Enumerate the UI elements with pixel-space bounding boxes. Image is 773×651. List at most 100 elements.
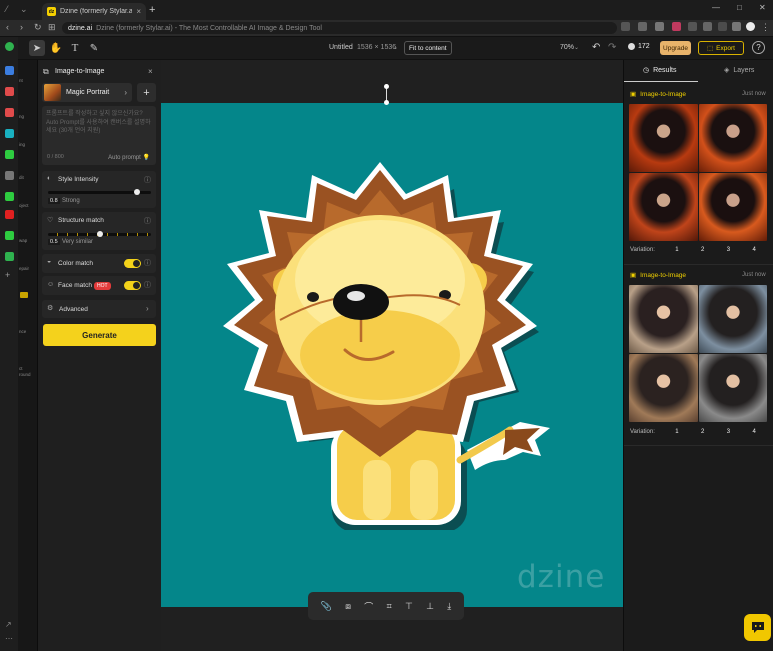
star-icon[interactable]: [638, 22, 647, 31]
redo-icon[interactable]: ↷: [608, 42, 616, 53]
extension-icon[interactable]: [5, 150, 14, 159]
new-tab-button[interactable]: +: [149, 4, 155, 16]
tool-label[interactable]: ct round: [19, 366, 33, 378]
align-middle-icon[interactable]: ⊥: [426, 601, 434, 612]
info-icon[interactable]: ⓘ: [144, 216, 151, 226]
close-icon[interactable]: ×: [148, 67, 153, 76]
result-image[interactable]: [629, 285, 698, 353]
back-icon[interactable]: ‹: [6, 22, 9, 32]
chevron-down-icon[interactable]: ⌄: [393, 44, 398, 51]
extension-icon[interactable]: [5, 42, 14, 51]
resize-handle[interactable]: [384, 100, 389, 105]
face-swap-icon[interactable]: ⧈: [345, 601, 351, 612]
variation-button[interactable]: 1: [664, 429, 690, 435]
fit-to-content-button[interactable]: Fit to content: [404, 41, 452, 55]
extension-icon[interactable]: [5, 108, 14, 117]
crop-icon[interactable]: ⌗: [387, 601, 392, 612]
color-match-toggle[interactable]: [124, 259, 141, 268]
canvas-size-dropdown[interactable]: 1536 × 1536: [357, 44, 396, 51]
extension-icon[interactable]: [703, 22, 712, 31]
tool-label[interactable]: nce: [19, 329, 26, 334]
document-title[interactable]: Untitled: [329, 44, 353, 51]
lion-illustration[interactable]: [205, 160, 555, 530]
extension-icon[interactable]: [688, 22, 697, 31]
style-preset-selector[interactable]: Magic Portrait ›: [42, 83, 132, 102]
tab-list-icon[interactable]: ⌄: [20, 4, 28, 15]
generate-button[interactable]: Generate: [43, 324, 156, 346]
result-image[interactable]: [698, 285, 767, 353]
hand-tool-icon[interactable]: ✋: [48, 40, 64, 56]
extension-icon[interactable]: [5, 66, 14, 75]
variation-button[interactable]: 2: [690, 247, 716, 253]
result-image[interactable]: [629, 173, 698, 241]
text-tool-icon[interactable]: T: [67, 40, 83, 56]
tool-label[interactable]: wap: [19, 238, 27, 243]
window-close-button[interactable]: ✕: [759, 3, 766, 12]
credits-counter[interactable]: 172: [628, 43, 650, 50]
tool-label[interactable]: epair: [19, 266, 29, 271]
upgrade-button[interactable]: Upgrade: [660, 41, 691, 55]
extension-flag-icon[interactable]: [672, 22, 681, 31]
external-link-icon[interactable]: ↗: [5, 620, 12, 629]
variation-button[interactable]: 1: [664, 247, 690, 253]
info-icon[interactable]: ⓘ: [144, 258, 151, 268]
extension-icon[interactable]: [5, 210, 14, 219]
add-extension-icon[interactable]: +: [5, 270, 10, 280]
select-tool-icon[interactable]: ➤: [29, 40, 45, 56]
result-image[interactable]: [629, 104, 698, 172]
variation-button[interactable]: 2: [690, 429, 716, 435]
sidebar-toggle-icon[interactable]: [732, 22, 741, 31]
chat-support-button[interactable]: [744, 614, 771, 641]
undo-icon[interactable]: ↶: [592, 42, 600, 53]
info-icon[interactable]: ⓘ: [144, 175, 151, 185]
reload-icon[interactable]: ↻: [34, 22, 42, 33]
tab-close-icon[interactable]: ×: [136, 7, 141, 16]
variation-button[interactable]: 3: [716, 247, 742, 253]
site-info-icon[interactable]: ⊞: [48, 22, 56, 33]
add-style-button[interactable]: +: [137, 83, 156, 102]
extension-icon[interactable]: [5, 231, 14, 240]
variation-button[interactable]: 4: [741, 247, 767, 253]
browser-menu-icon[interactable]: ⁄: [6, 4, 8, 14]
forward-icon[interactable]: ›: [20, 22, 23, 32]
prompt-input[interactable]: 프롬프트를 작성하고 싶지 않으신가요? Auto Prompt를 사용하여 캔…: [42, 106, 156, 165]
zoom-dropdown[interactable]: 70%: [560, 44, 574, 51]
face-match-toggle[interactable]: [124, 281, 141, 290]
share-icon[interactable]: [621, 22, 630, 31]
slider-knob[interactable]: [96, 231, 103, 237]
tool-label[interactable]: ng: [19, 114, 24, 119]
auto-prompt-button[interactable]: Auto prompt 💡: [108, 154, 150, 161]
tool-label[interactable]: oject: [19, 203, 29, 208]
info-icon[interactable]: ⓘ: [144, 280, 151, 290]
attach-icon[interactable]: 📎: [321, 601, 332, 612]
export-button[interactable]: ⬚ Export: [698, 41, 744, 55]
url-field[interactable]: dzine.ai Dzine (formerly Stylar.ai) - Th…: [62, 22, 617, 34]
tool-label[interactable]: nt: [19, 78, 23, 83]
maximize-button[interactable]: □: [737, 3, 742, 12]
result-image[interactable]: [698, 354, 767, 422]
browser-more-icon[interactable]: ⋮: [761, 22, 770, 33]
extension-icon[interactable]: [718, 22, 727, 31]
variation-button[interactable]: 4: [741, 429, 767, 435]
extension-icon[interactable]: [5, 192, 14, 201]
pen-tool-icon[interactable]: ✎: [86, 40, 102, 56]
browser-tab[interactable]: dz Dzine (formerly Stylar.ai) - The ×: [42, 3, 146, 20]
result-image[interactable]: [698, 104, 767, 172]
result-image[interactable]: [698, 173, 767, 241]
extension-icon[interactable]: [5, 129, 14, 138]
align-top-icon[interactable]: ⊤: [405, 601, 413, 612]
result-image[interactable]: [629, 354, 698, 422]
more-icon[interactable]: ⋯: [5, 634, 13, 643]
slider-knob[interactable]: [133, 189, 140, 195]
variation-button[interactable]: 3: [716, 429, 742, 435]
tool-label[interactable]: dit: [19, 175, 24, 180]
extension-icon[interactable]: [5, 171, 14, 180]
extension-icon[interactable]: [655, 22, 664, 31]
tool-label[interactable]: ing: [19, 142, 25, 147]
download-icon[interactable]: ⤓: [447, 601, 451, 612]
results-tab[interactable]: ◷ Results: [643, 66, 676, 75]
chevron-down-icon[interactable]: ⌄: [574, 44, 579, 51]
minimize-button[interactable]: —: [712, 3, 720, 12]
extension-icon[interactable]: [5, 252, 14, 261]
extension-icon[interactable]: [5, 87, 14, 96]
